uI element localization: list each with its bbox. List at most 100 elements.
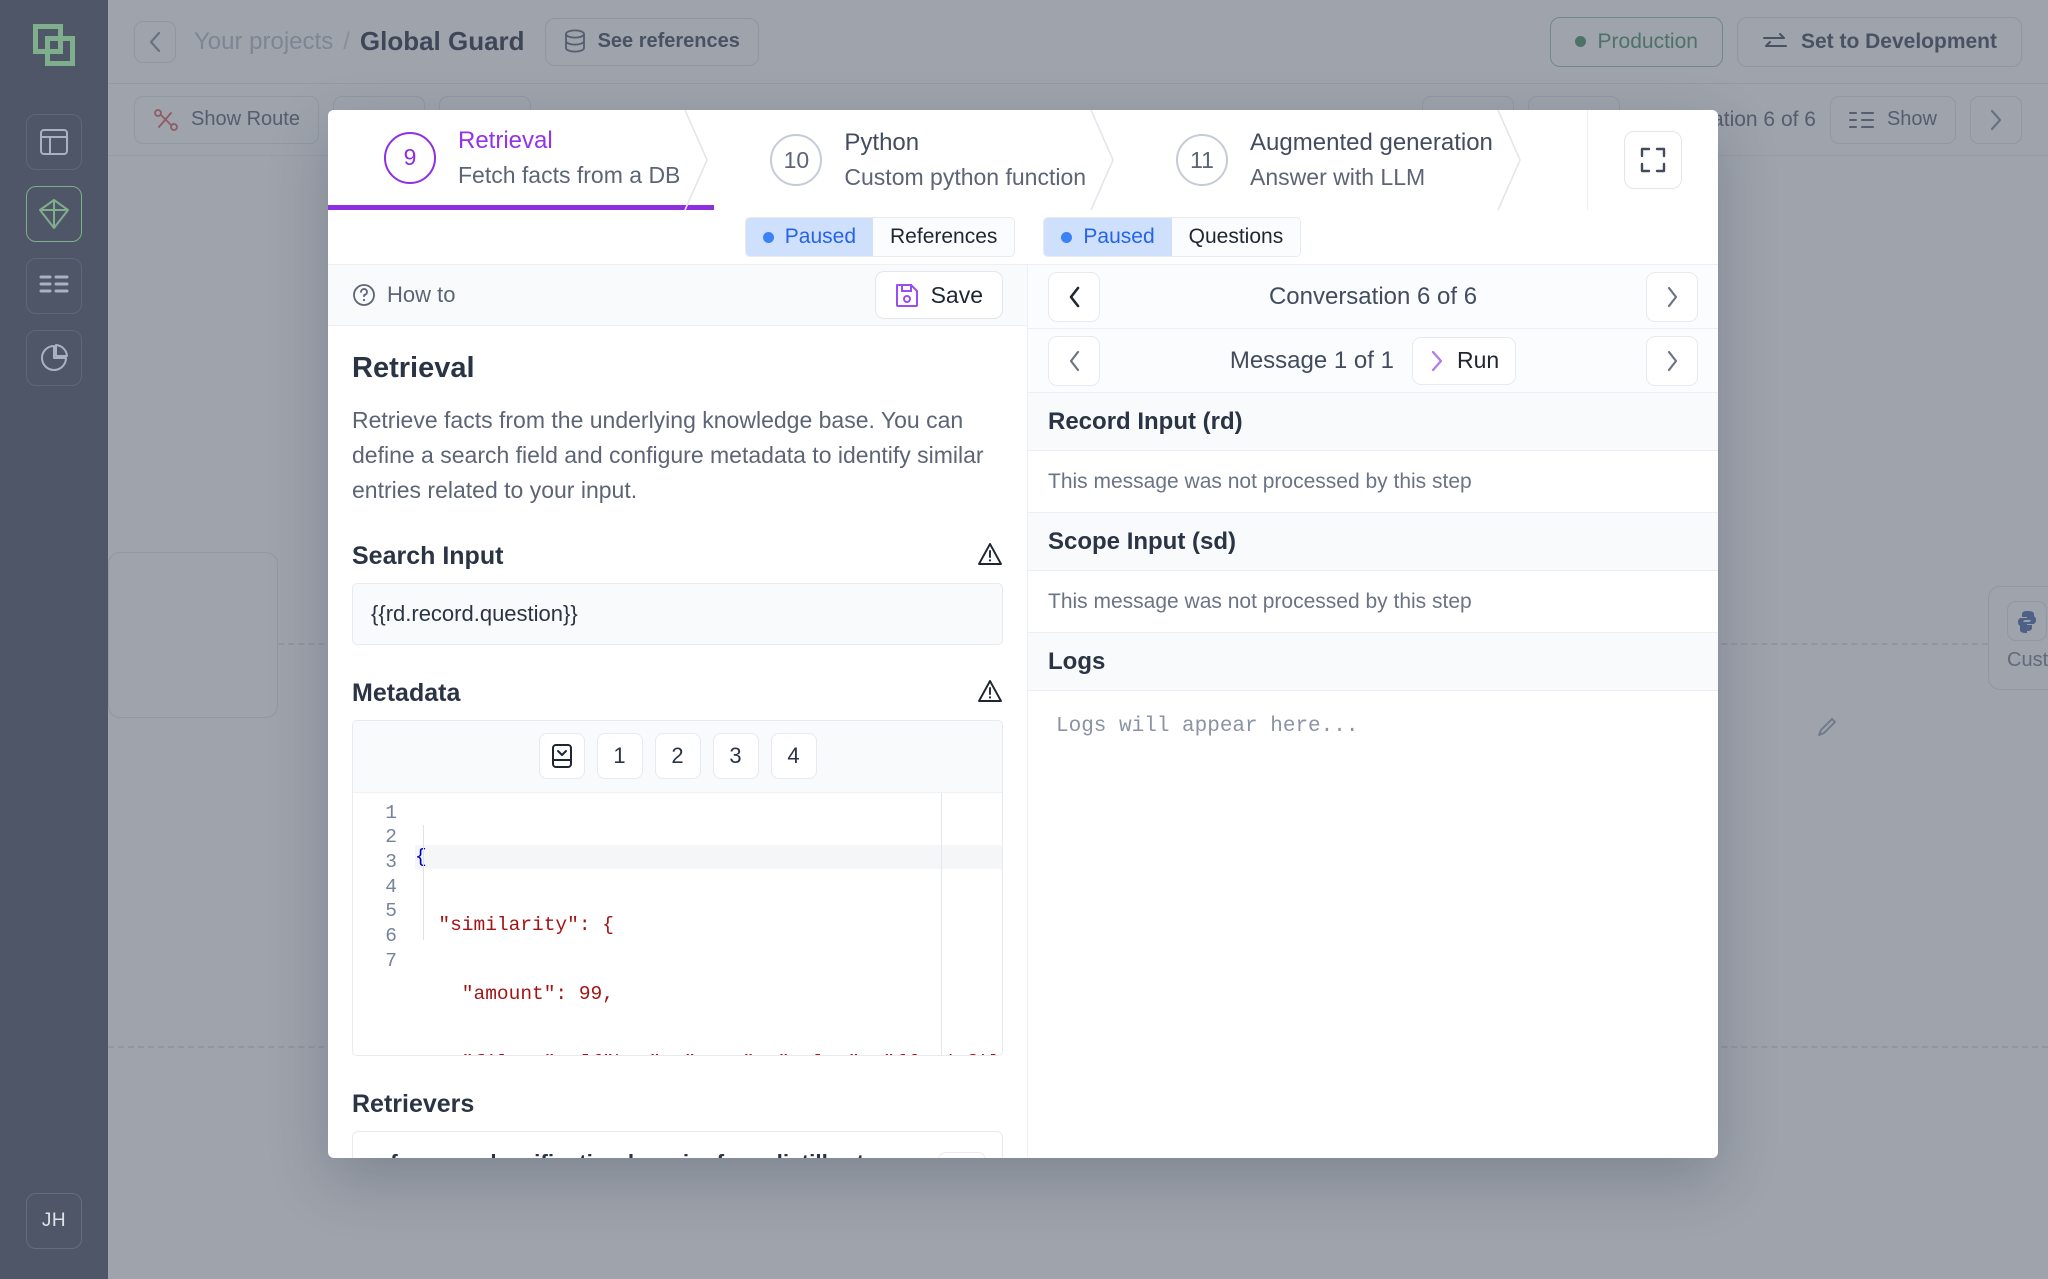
search-input-value: {{rd.record.question}} — [371, 601, 578, 627]
chevron-left-icon — [1068, 350, 1081, 372]
close-icon[interactable] — [938, 1152, 986, 1158]
retrievers-header: Retrievers — [352, 1090, 1003, 1119]
tab-step-11[interactable]: 11 Augmented generation Answer with LLM — [1120, 110, 1527, 210]
chevron-right-icon — [1429, 350, 1445, 372]
app-logo-icon[interactable] — [31, 22, 77, 68]
metadata-tab-4[interactable]: 4 — [771, 733, 817, 779]
expand-icon[interactable] — [1624, 131, 1682, 189]
search-input-label: Search Input — [352, 542, 503, 571]
metadata-header: Metadata — [352, 679, 1003, 708]
prev-message-button[interactable] — [1048, 336, 1100, 386]
next-conversation-button[interactable] — [1646, 272, 1698, 322]
line-number: 3 — [353, 850, 397, 875]
how-to-link[interactable]: How to — [352, 282, 455, 308]
line-number: 7 — [353, 949, 397, 974]
code-line: "filter": [{"key": "name", "value": "{{ … — [415, 1051, 1002, 1055]
references-label[interactable]: References — [873, 218, 1014, 256]
run-label: Run — [1457, 347, 1499, 374]
code-line: "similarity": { — [415, 913, 1002, 938]
metadata-tab-2[interactable]: 2 — [655, 733, 701, 779]
list-icon — [39, 273, 69, 299]
line-number: 6 — [353, 924, 397, 949]
sidebar-item-analytics[interactable] — [26, 330, 82, 386]
metadata-editor-tabs: 1 2 3 4 — [353, 721, 1002, 793]
list-item[interactable]: reference-classification-huggingface-dis… — [369, 1150, 986, 1158]
config-panel: How to Save Retrieval Retrieve facts fro… — [328, 265, 1028, 1158]
step-divider-icon — [685, 110, 715, 210]
avatar-initials: JH — [42, 1210, 66, 1232]
record-input-body: This message was not processed by this s… — [1028, 451, 1718, 513]
step-title: Retrieval — [458, 127, 680, 155]
next-message-button[interactable] — [1646, 336, 1698, 386]
chevron-right-icon — [1666, 350, 1679, 372]
step-number: 11 — [1176, 134, 1228, 186]
inspector-panel: Conversation 6 of 6 Message 1 of 1 Run — [1028, 265, 1718, 1158]
record-input-header: Record Input (rd) — [1028, 393, 1718, 451]
message-counter: Message 1 of 1 — [1230, 347, 1394, 375]
step-tabs: 9 Retrieval Fetch facts from a DB 10 Pyt… — [328, 110, 1718, 210]
line-number: 5 — [353, 899, 397, 924]
prev-conversation-button[interactable] — [1048, 272, 1100, 322]
config-scroll-area[interactable]: Retrieval Retrieve facts from the underl… — [328, 326, 1027, 1158]
line-number: 2 — [353, 825, 397, 850]
step-detail-modal: 9 Retrieval Fetch facts from a DB 10 Pyt… — [328, 110, 1718, 1158]
status-dot-icon — [763, 232, 774, 243]
code-content[interactable]: { "similarity": { "amount": 99, "filter"… — [407, 793, 1002, 1055]
step-title: Python — [844, 129, 1086, 157]
config-toolbar: How to Save — [328, 265, 1027, 325]
section-description: Retrieve facts from the underlying knowl… — [352, 403, 1003, 508]
step-number: 9 — [384, 132, 436, 184]
question-circle-icon — [352, 283, 376, 307]
save-button[interactable]: Save — [875, 271, 1003, 319]
scope-input-body: This message was not processed by this s… — [1028, 571, 1718, 633]
avatar[interactable]: JH — [26, 1193, 82, 1249]
references-state-label: Paused — [785, 225, 856, 249]
metadata-tab-3[interactable]: 3 — [713, 733, 759, 779]
chevron-left-icon — [1068, 286, 1081, 308]
left-sidebar: JH — [0, 0, 108, 1279]
questions-label[interactable]: Questions — [1172, 218, 1301, 256]
conversation-counter: Conversation 6 of 6 — [1100, 283, 1646, 311]
questions-paused-state[interactable]: Paused — [1044, 218, 1171, 256]
section-title: Retrieval — [352, 352, 1003, 385]
logs-body: Logs will appear here... — [1028, 691, 1718, 1158]
tab-step-10[interactable]: 10 Python Custom python function — [714, 110, 1120, 210]
run-button[interactable]: Run — [1412, 337, 1516, 385]
indent-guide — [423, 825, 424, 940]
line-number: 4 — [353, 875, 397, 900]
json-code-editor[interactable]: 1 2 3 4 5 6 7 { "similarity": { — [353, 793, 1002, 1055]
metadata-editor[interactable]: 1 2 3 4 1 2 3 4 5 6 — [352, 720, 1003, 1056]
search-input[interactable]: {{rd.record.question}} — [352, 583, 1003, 645]
how-to-label: How to — [387, 282, 455, 308]
step-number: 10 — [770, 134, 822, 186]
save-label: Save — [931, 282, 983, 309]
step-divider-icon — [1498, 110, 1528, 210]
warning-icon[interactable] — [977, 542, 1003, 571]
questions-toggle[interactable]: Paused Questions — [1043, 217, 1301, 257]
metadata-tab-1[interactable]: 1 — [597, 733, 643, 779]
references-toggle[interactable]: Paused References — [745, 217, 1016, 257]
scope-input-header: Scope Input (sd) — [1028, 513, 1718, 571]
step-title: Augmented generation — [1250, 129, 1493, 157]
line-number-gutter: 1 2 3 4 5 6 7 — [353, 793, 407, 1055]
sidebar-item-flows[interactable] — [26, 186, 82, 242]
search-input-header: Search Input — [352, 542, 1003, 571]
metadata-label: Metadata — [352, 679, 460, 708]
window-icon — [39, 128, 69, 156]
status-toggles: Paused References Paused Questions — [328, 210, 1718, 265]
tab-step-9[interactable]: 9 Retrieval Fetch facts from a DB — [328, 110, 714, 210]
pie-chart-icon — [39, 343, 69, 373]
save-icon — [895, 282, 919, 308]
retrievers-list: reference-classification-huggingface-dis… — [352, 1131, 1003, 1158]
sidebar-item-records[interactable] — [26, 258, 82, 314]
sidebar-item-projects[interactable] — [26, 114, 82, 170]
line-number: 1 — [353, 801, 397, 826]
warning-icon[interactable] — [977, 679, 1003, 708]
keyboard-icon[interactable] — [539, 733, 585, 779]
logs-header: Logs — [1028, 633, 1718, 691]
questions-state-label: Paused — [1083, 225, 1154, 249]
step-subtitle: Fetch facts from a DB — [458, 162, 680, 189]
editor-ruler — [941, 793, 942, 1055]
references-paused-state[interactable]: Paused — [746, 218, 873, 256]
status-dot-icon — [1061, 232, 1072, 243]
